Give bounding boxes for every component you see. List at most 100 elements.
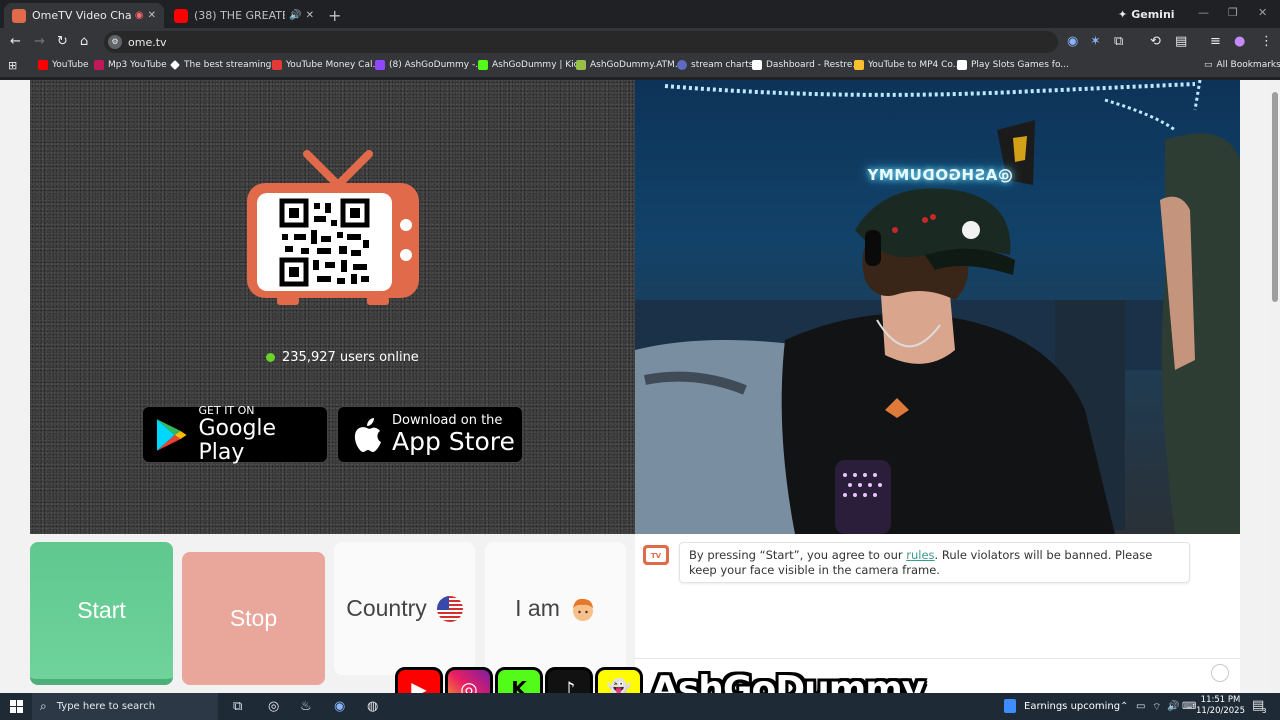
country-label: Country bbox=[346, 595, 427, 621]
close-tab-icon[interactable]: ✕ bbox=[306, 10, 314, 21]
url-text[interactable]: ome.tv bbox=[128, 36, 167, 49]
close-tab-icon[interactable]: ✕ bbox=[148, 10, 156, 21]
address-bar[interactable] bbox=[104, 31, 1058, 53]
self-webcam-video: @ASHGODUMMY bbox=[635, 80, 1240, 534]
forward-icon[interactable]: → bbox=[34, 34, 45, 49]
kick-icon bbox=[478, 60, 488, 70]
scrollbar-thumb[interactable] bbox=[1272, 92, 1278, 302]
search-icon: ⌕ bbox=[40, 699, 47, 713]
extensions-puzzle-icon[interactable]: ⧉ bbox=[1114, 34, 1123, 49]
gemini-label: Gemini bbox=[1131, 7, 1175, 21]
site-info-icon[interactable]: ⚙ bbox=[108, 35, 122, 49]
online-dot-icon bbox=[266, 353, 275, 362]
notification-count: 3 bbox=[1262, 707, 1267, 715]
menu-icon[interactable]: ⋮ bbox=[1260, 34, 1273, 49]
ometv-qr-tv-logo bbox=[247, 150, 419, 305]
google-play-small-text: GET IT ON bbox=[198, 403, 255, 417]
tray-chevron-icon[interactable]: ⌃ bbox=[1120, 701, 1128, 712]
restore-icon[interactable]: ❐ bbox=[1228, 6, 1238, 19]
bookmark-label: Mp3 YouTube bbox=[108, 60, 167, 70]
earnings-widget[interactable]: Earnings upcoming bbox=[1004, 699, 1120, 713]
bookmark-mp3-youtube[interactable]: Mp3 YouTube bbox=[94, 60, 167, 70]
history-icon[interactable]: ⟲ bbox=[1150, 34, 1161, 49]
chat-system-message: By pressing “Start”, you agree to our ru… bbox=[679, 542, 1190, 583]
diamond-icon bbox=[170, 60, 180, 70]
taskbar-search[interactable]: ⌕ Type here to search bbox=[32, 693, 218, 720]
apple-icon bbox=[354, 417, 381, 452]
restream-icon bbox=[752, 60, 762, 70]
stop-button[interactable]: Stop bbox=[182, 552, 325, 685]
neon-sign-text: @ASHGODUMMY bbox=[867, 166, 1013, 184]
i-am-label: I am bbox=[515, 595, 560, 621]
bookmark-slots[interactable]: Play Slots Games fo... bbox=[957, 60, 1069, 70]
bookmark-youtube[interactable]: YouTube bbox=[38, 60, 89, 70]
i-am-button[interactable]: I am bbox=[485, 542, 626, 675]
google-play-button[interactable]: GET IT ON Google Play bbox=[142, 403, 328, 464]
reading-list-icon[interactable]: ≡ bbox=[1210, 34, 1221, 49]
bookmark-yt-to-mp4[interactable]: YouTube to MP4 Co... bbox=[854, 60, 961, 70]
app-store-big-text: App Store bbox=[392, 427, 515, 456]
bookmark-label: stream charts bbox=[691, 60, 754, 70]
bookmark-label: YouTube bbox=[52, 60, 89, 70]
mp3-icon bbox=[94, 60, 104, 70]
users-online-text: 235,927 users online bbox=[282, 350, 419, 365]
home-icon[interactable]: ⌂ bbox=[80, 34, 88, 49]
google-play-icon bbox=[156, 418, 187, 451]
chrome-taskbar-icon[interactable]: ◉ bbox=[334, 699, 345, 714]
extension-1-icon[interactable]: ◉ bbox=[1067, 34, 1078, 49]
tab-strip: OmeTV Video Chat — Omegle ◉ ✕ (38) THE G… bbox=[0, 0, 1280, 28]
extension-2-icon[interactable]: ✶ bbox=[1090, 34, 1101, 49]
task-view-icon[interactable]: ⧉ bbox=[233, 699, 242, 714]
stream-charts-icon bbox=[677, 60, 687, 70]
bookmark-best-streaming[interactable]: The best streaming... bbox=[170, 60, 280, 70]
bookmark-label: YouTube to MP4 Co... bbox=[868, 60, 962, 70]
start-button[interactable]: Start bbox=[30, 542, 173, 685]
bookmark-label: The best streaming... bbox=[184, 60, 280, 70]
volume-icon[interactable]: 🔊 bbox=[1167, 701, 1179, 712]
new-tab-button[interactable]: + bbox=[328, 6, 341, 25]
bookmark-label: AshGoDummy.ATM... bbox=[590, 60, 684, 70]
emoji-icon[interactable] bbox=[1211, 664, 1229, 682]
youtube-favicon-icon bbox=[174, 8, 188, 23]
bookmark-restream[interactable]: Dashboard - Restre... bbox=[752, 60, 861, 70]
windows-start-icon[interactable] bbox=[10, 700, 23, 713]
bookmark-label: Play Slots Games fo... bbox=[971, 60, 1069, 70]
bookmark-twitch[interactable]: (8) AshGoDummy -... bbox=[375, 60, 484, 70]
yt-mp4-icon bbox=[854, 60, 864, 70]
windows-taskbar: ⌕ Type here to search ⧉ ◎ ♨ ◉ ◍ Earnings… bbox=[0, 693, 1280, 720]
country-button[interactable]: Country bbox=[334, 542, 475, 675]
tab-ometv[interactable]: OmeTV Video Chat — Omegle ◉ ✕ bbox=[4, 3, 164, 28]
bookmark-kick[interactable]: AshGoDummy | Kick bbox=[478, 60, 584, 70]
obs-icon[interactable]: ◍ bbox=[367, 699, 378, 714]
steam-icon[interactable]: ♨ bbox=[300, 699, 312, 714]
rules-link[interactable]: rules bbox=[906, 548, 934, 562]
network-icon[interactable]: ▭ bbox=[1136, 701, 1145, 712]
audio-icon[interactable]: 🔊 bbox=[289, 10, 301, 21]
profile-avatar-icon[interactable]: ● bbox=[1234, 34, 1245, 49]
close-window-icon[interactable]: ✕ bbox=[1258, 6, 1267, 19]
gemini-button[interactable]: ✦ Gemini bbox=[1118, 5, 1175, 23]
side-panel-icon[interactable]: ▤ bbox=[1175, 34, 1187, 49]
tab-youtube[interactable]: (38) THE GREATEST $200,000 🔊 ✕ bbox=[166, 3, 322, 28]
app-store-button[interactable]: Download on the App Store bbox=[337, 406, 523, 463]
wifi-icon[interactable]: ⌔ bbox=[1152, 701, 1161, 714]
bookmark-money-calc[interactable]: YouTube Money Cal... bbox=[272, 60, 381, 70]
bookmark-stream-charts[interactable]: stream charts bbox=[677, 60, 754, 70]
bookmark-label: AshGoDummy | Kick bbox=[492, 60, 584, 70]
tab-title: (38) THE GREATEST $200,000 bbox=[194, 9, 285, 22]
app-store-small-text: Download on the bbox=[392, 413, 503, 428]
shopify-icon bbox=[576, 60, 586, 70]
reload-icon[interactable]: ↻ bbox=[57, 34, 68, 49]
all-bookmarks[interactable]: ▭ All Bookmarks bbox=[1204, 60, 1280, 70]
cortana-icon[interactable]: ◎ bbox=[268, 699, 279, 714]
keyboard-icon[interactable]: ⌨ bbox=[1182, 701, 1196, 712]
earnings-text: Earnings upcoming bbox=[1024, 700, 1121, 712]
apps-grid-icon[interactable]: ⊞ bbox=[8, 59, 17, 72]
gemini-sparkle-icon: ✦ bbox=[1118, 7, 1128, 21]
bookmark-label: Dashboard - Restre... bbox=[766, 60, 862, 70]
bookmark-atm[interactable]: AshGoDummy.ATM... bbox=[576, 60, 683, 70]
minimize-icon[interactable]: — bbox=[1198, 6, 1209, 19]
system-clock[interactable]: 11:51 PM 11/20/2025 bbox=[1196, 695, 1245, 717]
back-icon[interactable]: ← bbox=[10, 34, 21, 49]
svg-text:TV: TV bbox=[651, 552, 662, 560]
